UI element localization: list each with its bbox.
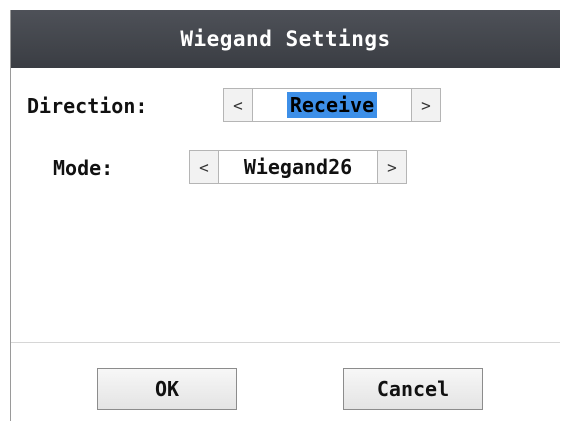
cancel-button[interactable]: Cancel (343, 368, 483, 410)
chevron-left-icon: < (233, 95, 243, 115)
footer-divider (11, 342, 560, 343)
direction-value-field[interactable]: Receive (253, 88, 411, 122)
dialog-title: Wiegand Settings (11, 10, 560, 68)
direction-selector: < Receive > (223, 88, 441, 122)
wiegand-settings-dialog: Wiegand Settings Direction: < Receive > … (10, 10, 560, 421)
mode-prev-button[interactable]: < (189, 150, 219, 184)
chevron-left-icon: < (199, 157, 209, 177)
direction-value: Receive (286, 92, 378, 118)
direction-prev-button[interactable]: < (223, 88, 253, 122)
direction-label: Direction: (27, 94, 148, 118)
mode-value-field[interactable]: Wiegand26 (219, 150, 377, 184)
mode-label: Mode: (53, 156, 114, 180)
mode-value: Wiegand26 (243, 155, 353, 179)
ok-button[interactable]: OK (97, 368, 237, 410)
mode-next-button[interactable]: > (377, 150, 407, 184)
chevron-right-icon: > (421, 95, 431, 115)
direction-next-button[interactable]: > (411, 88, 441, 122)
mode-selector: < Wiegand26 > (189, 150, 407, 184)
chevron-right-icon: > (387, 157, 397, 177)
